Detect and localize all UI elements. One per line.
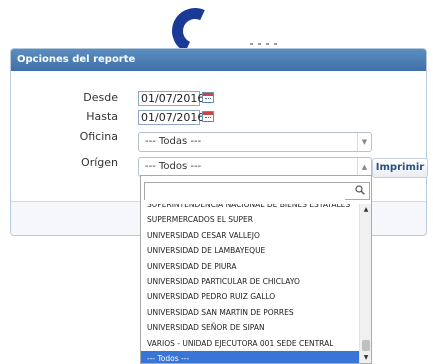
panel-title: Opciones del reporte: [11, 49, 426, 71]
list-item[interactable]: UNIVERSIDAD SAN MARTIN DE PORRES: [141, 305, 359, 320]
oficina-select[interactable]: --- Todas --- ▼: [138, 132, 372, 152]
hasta-label: Hasta: [86, 110, 118, 123]
desde-label: Desde: [83, 91, 118, 104]
origen-label: Orígen: [81, 156, 118, 169]
print-button[interactable]: Imprimir: [372, 158, 428, 178]
list-item[interactable]: UNIVERSIDAD SEÑOR DE SIPAN: [141, 320, 359, 335]
list-item[interactable]: UNIVERSIDAD CESAR VALLEJO: [141, 228, 359, 243]
scroll-down-icon[interactable]: ▼: [360, 352, 371, 363]
list-item[interactable]: UNIVERSIDAD PEDRO RUIZ GALLO: [141, 289, 359, 304]
list-item[interactable]: SUPERINTENDENCIA NACIONAL DE BIENES ESTA…: [141, 204, 359, 212]
chevron-up-icon: ▲: [357, 158, 371, 176]
logo-dots: [250, 43, 280, 45]
dropdown-search-input[interactable]: [145, 187, 345, 204]
dropdown-search-box[interactable]: [144, 182, 370, 204]
calendar-icon[interactable]: [202, 111, 214, 122]
list-item[interactable]: --- Todos ---: [141, 351, 359, 363]
list-item[interactable]: VARIOS - UNIDAD EJECUTORA 001 SEDE CENTR…: [141, 336, 359, 351]
chevron-down-icon: ▼: [357, 133, 371, 151]
origen-select[interactable]: --- Todos --- ▲: [138, 157, 372, 177]
oficina-select-value: --- Todas ---: [145, 136, 202, 147]
list-item[interactable]: UNIVERSIDAD DE LAMBAYEQUE: [141, 243, 359, 258]
origen-select-value: --- Todos ---: [145, 161, 202, 172]
hasta-date-input[interactable]: 01/07/2016: [138, 110, 204, 125]
search-icon: [355, 185, 365, 195]
scroll-up-icon[interactable]: ▲: [360, 204, 371, 216]
origen-dropdown: SUPERINTENDENCIA NACIONAL DE BIENES ESTA…: [140, 175, 372, 364]
desde-date-input[interactable]: 01/07/2016: [138, 91, 204, 106]
oficina-label: Oficina: [79, 130, 118, 143]
dropdown-list: SUPERINTENDENCIA NACIONAL DE BIENES ESTA…: [141, 204, 359, 363]
list-item[interactable]: SUPERMERCADOS EL SUPER: [141, 212, 359, 227]
calendar-icon[interactable]: [202, 92, 214, 103]
list-item[interactable]: UNIVERSIDAD DE PIURA: [141, 259, 359, 274]
scroll-thumb[interactable]: [362, 340, 370, 351]
dropdown-scrollbar[interactable]: ▲ ▼: [359, 204, 371, 363]
list-item[interactable]: UNIVERSIDAD PARTICULAR DE CHICLAYO: [141, 274, 359, 289]
